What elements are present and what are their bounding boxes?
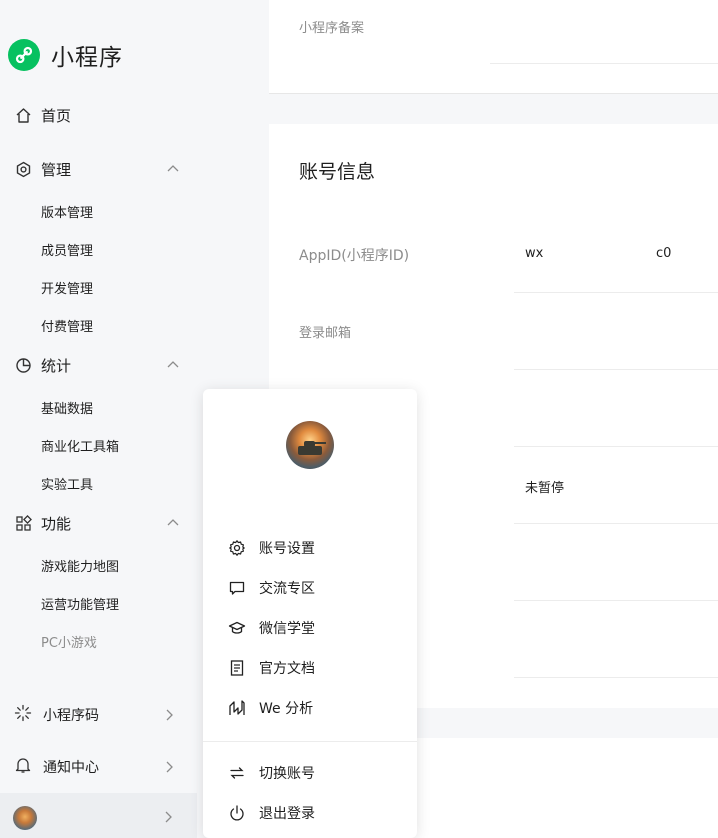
menu-item-label: 交流专区: [259, 581, 315, 597]
power-icon: [227, 803, 247, 823]
divider: [203, 741, 417, 742]
gear-icon: [227, 538, 247, 558]
graduation-cap-icon: [227, 618, 247, 638]
sidebar-group-stats[interactable]: 统计: [14, 353, 184, 377]
sidebar-group-manage[interactable]: 管理: [14, 157, 184, 181]
chevron-up-icon: [166, 162, 180, 180]
sidebar-item-notifications[interactable]: 通知中心: [14, 755, 184, 779]
appid-value-suffix: c0: [656, 246, 672, 261]
chevron-up-icon: [166, 358, 180, 376]
sidebar-item-label: 小程序码: [43, 708, 99, 724]
divider: [490, 63, 718, 64]
menu-item-logout[interactable]: 退出登录: [227, 802, 397, 824]
sidebar-group-label: 功能: [41, 514, 72, 533]
we-analysis-icon: [227, 698, 247, 718]
sidebar-item-commerce-toolbox[interactable]: 商业化工具箱: [41, 436, 119, 455]
email-label: 登录邮箱: [299, 326, 352, 341]
account-info-title: 账号信息: [299, 161, 376, 183]
sidebar-user-row[interactable]: [0, 793, 197, 838]
menu-item-community[interactable]: 交流专区: [227, 577, 397, 599]
sidebar-item-payment-manage[interactable]: 付费管理: [41, 316, 93, 335]
status-value: 未暂停: [525, 481, 565, 496]
menu-item-label: 账号设置: [259, 541, 315, 557]
sidebar-group-label: 管理: [41, 160, 72, 179]
brand-logo[interactable]: 小程序: [8, 38, 123, 72]
qrcode-sparkle-icon: [14, 704, 32, 726]
menu-item-label: We 分析: [259, 701, 314, 717]
menu-item-label: 微信学堂: [259, 621, 315, 637]
chevron-right-icon: [161, 809, 175, 828]
menu-item-we-analysis[interactable]: We 分析: [227, 697, 397, 719]
switch-arrows-icon: [227, 763, 247, 783]
sidebar-item-experiment-tools[interactable]: 实验工具: [41, 474, 93, 493]
menu-item-label: 切换账号: [259, 766, 315, 782]
menu-item-label: 退出登录: [259, 806, 315, 822]
brand-title: 小程序: [51, 45, 123, 71]
sidebar-group-features[interactable]: 功能: [14, 511, 184, 535]
menu-item-label: 官方文档: [259, 661, 315, 677]
divider: [514, 523, 718, 524]
sidebar-group-label: 统计: [41, 356, 72, 375]
sidebar-item-label: 通知中心: [43, 760, 99, 776]
filing-label: 小程序备案: [299, 21, 365, 36]
divider: [514, 446, 718, 447]
sidebar-item-pc-mini-game[interactable]: PC小游戏: [41, 632, 97, 651]
chat-bubble-icon: [227, 578, 247, 598]
sidebar-item-game-capability-map[interactable]: 游戏能力地图: [41, 556, 119, 575]
menu-item-account-settings[interactable]: 账号设置: [227, 537, 397, 559]
user-menu-popover: 账号设置 交流专区 微信学堂 官方文档 We 分析 切换账号 退出登录: [203, 389, 417, 838]
sidebar-item-version-manage[interactable]: 版本管理: [41, 202, 93, 221]
home-icon: [14, 106, 32, 124]
sidebar-item-operation-feature-manage[interactable]: 运营功能管理: [41, 594, 119, 613]
sidebar-item-member-manage[interactable]: 成员管理: [41, 240, 93, 259]
sidebar-item-basic-data[interactable]: 基础数据: [41, 398, 93, 417]
menu-item-academy[interactable]: 微信学堂: [227, 617, 397, 639]
chevron-right-icon: [162, 760, 176, 778]
divider: [514, 600, 718, 601]
avatar: [13, 806, 37, 830]
avatar[interactable]: [286, 421, 334, 469]
divider: [514, 677, 718, 678]
divider: [514, 292, 718, 293]
menu-item-switch-account[interactable]: 切换账号: [227, 762, 397, 784]
sidebar-item-dev-manage[interactable]: 开发管理: [41, 278, 93, 297]
chevron-right-icon: [162, 708, 176, 726]
pie-chart-icon: [14, 356, 32, 374]
hexagon-settings-icon: [14, 160, 32, 178]
sidebar-item-home[interactable]: 首页: [14, 103, 184, 127]
mini-program-logo-icon: [8, 39, 40, 71]
chevron-up-icon: [166, 516, 180, 534]
sidebar-item-qrcode[interactable]: 小程序码: [14, 703, 184, 727]
bell-icon: [14, 756, 32, 778]
appid-value-prefix: wx: [525, 246, 544, 261]
sidebar-item-label: 首页: [41, 106, 72, 125]
apps-grid-icon: [14, 514, 32, 532]
filing-card: 小程序备案: [269, 0, 718, 94]
appid-label: AppID(小程序ID): [299, 248, 410, 264]
sidebar: 小程序 首页 管理 版本管理 成员管理 开发管理 付费管理 统计 基础数据 商业…: [0, 0, 197, 838]
divider: [514, 369, 718, 370]
menu-item-docs[interactable]: 官方文档: [227, 657, 397, 679]
document-icon: [227, 658, 247, 678]
